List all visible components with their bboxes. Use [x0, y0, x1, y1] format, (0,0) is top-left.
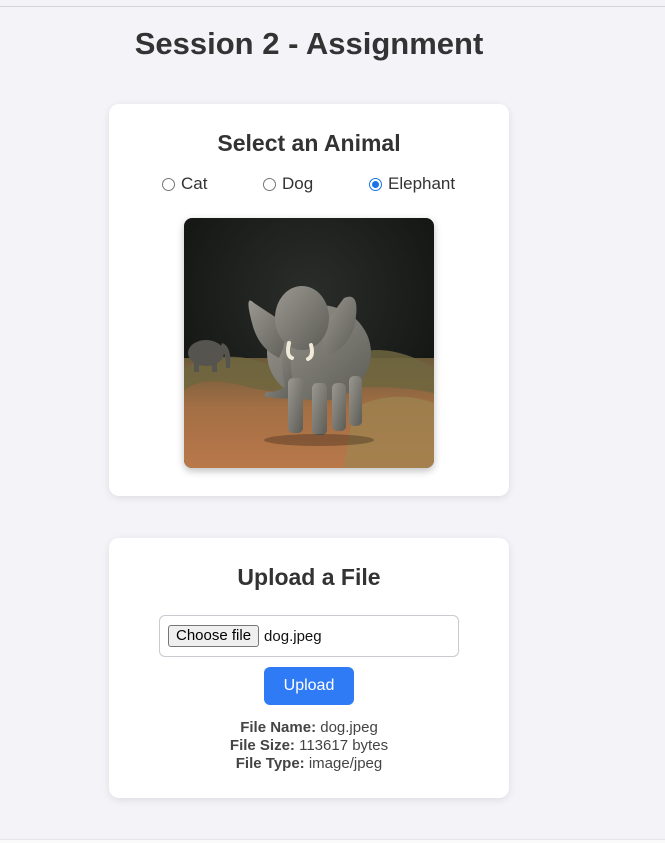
- bottom-divider: [0, 839, 665, 843]
- animal-select-card: Select an Animal Cat Dog Elephant: [109, 104, 509, 496]
- file-name-row: File Name: dog.jpeg: [109, 719, 509, 737]
- radio-option-cat[interactable]: Cat: [162, 174, 207, 194]
- file-type-row: File Type: image/jpeg: [109, 755, 509, 773]
- choose-file-button[interactable]: Choose file: [168, 625, 260, 647]
- page-title: Session 2 - Assignment: [134, 26, 484, 61]
- file-name-value: dog.jpeg: [320, 719, 378, 736]
- radio-label-cat: Cat: [181, 174, 208, 193]
- upload-card-heading: Upload a File: [237, 564, 381, 590]
- file-size-row: File Size: 113617 bytes: [109, 737, 509, 755]
- animal-card-heading: Select an Animal: [217, 130, 401, 156]
- animal-radio-group: Cat Dog Elephant: [109, 174, 509, 194]
- radio-label-elephant: Elephant: [388, 174, 456, 193]
- radio-label-dog: Dog: [282, 174, 314, 193]
- radio-option-elephant[interactable]: Elephant: [369, 174, 455, 194]
- file-size-label: File Size:: [229, 737, 295, 754]
- radio-button-cat[interactable]: [162, 177, 175, 191]
- radio-button-dog[interactable]: [263, 177, 276, 191]
- elephant-image: [184, 218, 434, 468]
- chosen-file-name: dog.jpeg: [264, 627, 322, 645]
- top-divider: [0, 6, 665, 7]
- file-name-label: File Name:: [240, 719, 317, 736]
- file-input[interactable]: Choose file dog.jpeg: [159, 615, 459, 657]
- radio-option-dog[interactable]: Dog: [263, 174, 313, 194]
- file-type-value: image/jpeg: [308, 755, 383, 772]
- file-size-value: 113617 bytes: [299, 737, 389, 754]
- file-type-label: File Type:: [235, 755, 305, 772]
- upload-button[interactable]: Upload: [264, 667, 354, 705]
- radio-button-elephant[interactable]: [369, 177, 382, 191]
- file-upload-card: Upload a File Choose file dog.jpeg Uploa…: [109, 538, 509, 798]
- file-info: File Name: dog.jpeg File Size: 113617 by…: [109, 719, 509, 773]
